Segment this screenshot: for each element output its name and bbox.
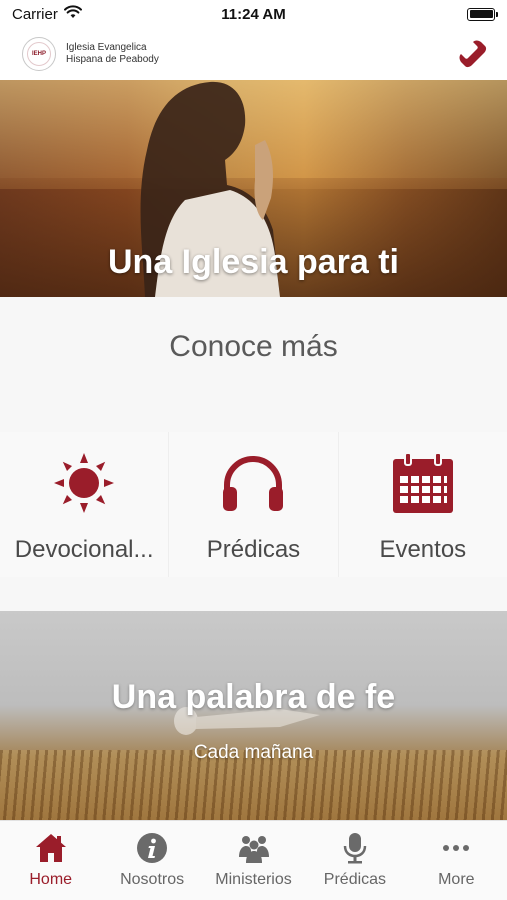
card-label: Devocional... bbox=[14, 536, 154, 563]
card-predicas[interactable]: Prédicas bbox=[169, 432, 339, 577]
section-title: Conoce más bbox=[169, 330, 338, 363]
brand-line-2: Hispana de Peabody bbox=[66, 54, 159, 65]
battery-icon bbox=[467, 7, 498, 21]
tab-label: More bbox=[438, 871, 475, 888]
promo-title: Una palabra de fe bbox=[111, 678, 396, 716]
tab-ministerios[interactable]: Ministerios bbox=[203, 821, 304, 900]
tab-label: Nosotros bbox=[120, 871, 185, 888]
card-eventos[interactable]: Eventos bbox=[338, 432, 507, 577]
tab-more[interactable]: More bbox=[406, 821, 507, 900]
tab-label: Ministerios bbox=[215, 871, 292, 888]
info-icon bbox=[135, 831, 169, 865]
hero-banner[interactable]: Una Iglesia para ti bbox=[0, 80, 507, 297]
tab-home[interactable]: Home bbox=[0, 821, 101, 900]
more-icon bbox=[439, 831, 473, 865]
card-label: Prédicas bbox=[206, 536, 301, 563]
status-bar: Carrier 11:24 AM bbox=[0, 0, 507, 28]
app-header: IEHP Iglesia Evangelica Hispana de Peabo… bbox=[0, 28, 507, 80]
tab-nosotros[interactable]: Nosotros bbox=[101, 821, 202, 900]
phone-icon bbox=[459, 40, 487, 68]
wifi-icon bbox=[63, 5, 82, 23]
people-icon bbox=[237, 831, 271, 865]
calendar-icon bbox=[390, 450, 456, 516]
brand-name: Iglesia Evangelica Hispana de Peabody bbox=[66, 42, 159, 66]
tab-label: Prédicas bbox=[323, 871, 387, 888]
sun-icon bbox=[51, 450, 117, 516]
tab-label: Home bbox=[29, 871, 73, 888]
church-logo: IEHP bbox=[22, 37, 56, 71]
tab-bar: Home Nosotros Ministerios Prédicas More bbox=[0, 820, 507, 900]
brand-line-1: Iglesia Evangelica bbox=[66, 42, 147, 53]
headphones-icon bbox=[220, 450, 286, 516]
logo-mark: IEHP bbox=[27, 42, 51, 66]
carrier-label: Carrier bbox=[12, 5, 58, 23]
brand[interactable]: IEHP Iglesia Evangelica Hispana de Peabo… bbox=[22, 37, 159, 71]
hero-title: Una Iglesia para ti bbox=[108, 243, 399, 281]
status-left: Carrier bbox=[12, 5, 82, 23]
promo-subtitle: Cada mañana bbox=[193, 742, 314, 763]
microphone-icon bbox=[338, 831, 372, 865]
home-icon bbox=[34, 831, 68, 865]
call-button[interactable] bbox=[453, 34, 493, 74]
tab-predicas[interactable]: Prédicas bbox=[304, 821, 405, 900]
card-devocional[interactable]: Devocional... bbox=[0, 432, 170, 577]
quick-links: Devocional... Prédicas Eventos bbox=[0, 432, 507, 577]
card-label: Eventos bbox=[379, 536, 467, 563]
